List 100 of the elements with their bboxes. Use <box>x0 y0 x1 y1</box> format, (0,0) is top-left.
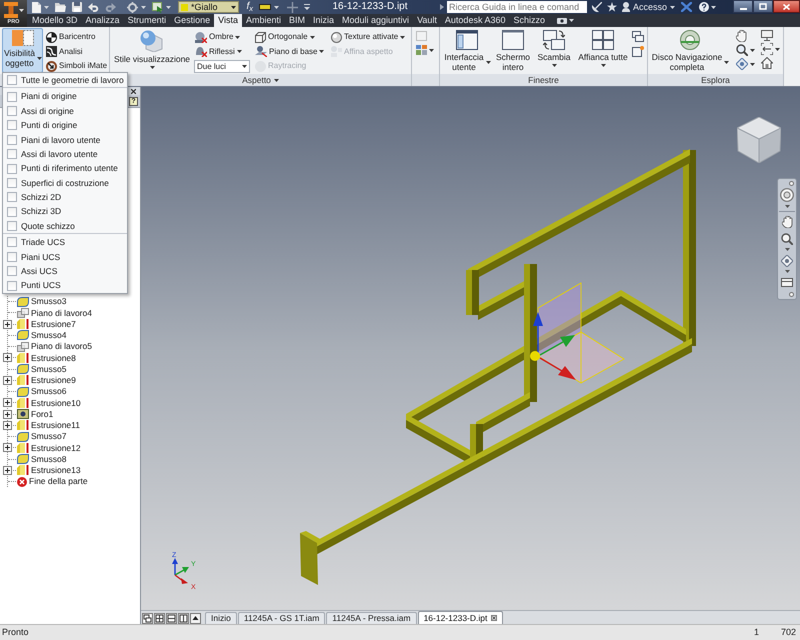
grid-icon[interactable] <box>154 613 165 624</box>
monitor-icon[interactable] <box>761 30 773 41</box>
undo-icon[interactable] <box>88 2 99 12</box>
satellite-dish-icon[interactable] <box>592 2 602 12</box>
vertical-split-icon[interactable] <box>178 613 189 624</box>
cross-icon[interactable] <box>681 2 692 12</box>
tree-item[interactable]: Smusso8 <box>17 454 66 464</box>
user-interface-button[interactable]: Interfaccia utente <box>442 28 492 73</box>
checkbox[interactable] <box>7 149 17 160</box>
cascade-icon[interactable] <box>142 613 153 624</box>
tree-item[interactable]: Smusso3 <box>17 296 66 307</box>
textures-button[interactable]: Texture attivate <box>330 30 408 44</box>
hand-icon[interactable] <box>782 216 792 228</box>
magnifier-icon[interactable] <box>736 44 748 56</box>
new-document-icon[interactable] <box>32 2 41 12</box>
checkbox[interactable] <box>7 178 17 188</box>
new-window-icon[interactable] <box>632 46 644 57</box>
expand-icon[interactable] <box>3 443 12 452</box>
menu-item[interactable]: Punti UCS <box>3 278 127 293</box>
close-button[interactable] <box>773 0 800 13</box>
shadows-button[interactable]: Ombre <box>194 30 252 44</box>
view-cube-icon[interactable] <box>737 117 781 163</box>
ribbon-tab[interactable]: Inizia <box>309 14 338 27</box>
window-icon[interactable] <box>781 278 793 287</box>
tree-item[interactable]: Estrusione11 <box>17 420 80 430</box>
checkbox[interactable] <box>7 106 17 116</box>
checkbox[interactable] <box>7 75 17 86</box>
menu-item[interactable]: Quote schizzo <box>3 218 127 234</box>
open-folder-icon[interactable] <box>55 2 66 12</box>
menu-item[interactable]: Schizzi 2D <box>3 190 127 205</box>
magnifier-icon[interactable] <box>781 233 793 245</box>
checkbox[interactable] <box>7 206 17 217</box>
color-style-dropdown[interactable]: *Giallo <box>178 1 240 13</box>
object-visibility-button[interactable]: Visibilità oggetto <box>2 28 43 73</box>
checkbox[interactable] <box>7 120 17 130</box>
document-tab[interactable]: 11245A - GS 1T.iam <box>238 612 326 624</box>
tree-item[interactable]: Foro1 <box>17 409 54 420</box>
customize-icon[interactable] <box>304 4 310 10</box>
checkbox[interactable] <box>7 252 17 262</box>
star-icon[interactable] <box>607 2 617 12</box>
ribbon-tab[interactable]: Vista <box>214 14 242 27</box>
search-field[interactable]: Ricerca Guida in linea e comand <box>447 1 587 13</box>
menu-item[interactable]: Schizzi 3D <box>3 204 127 219</box>
tiles-icon[interactable] <box>416 45 427 55</box>
ribbon-tab[interactable]: Gestione <box>170 14 214 27</box>
horizontal-split-icon[interactable] <box>166 613 177 624</box>
expand-icon[interactable] <box>3 410 12 418</box>
navigation-wheel-button[interactable]: Disco Navigazione completa <box>650 28 730 73</box>
tree-item[interactable]: Estrusione10 <box>17 398 81 408</box>
tree-item[interactable]: Piano di lavoro5 <box>17 342 92 352</box>
ring-icon[interactable] <box>789 292 794 297</box>
menu-item[interactable]: Assi di lavoro utente <box>3 146 127 162</box>
expand-icon[interactable] <box>3 466 12 475</box>
checkbox[interactable] <box>7 221 17 232</box>
close-icon[interactable] <box>131 88 136 94</box>
maximize-button[interactable] <box>753 0 773 13</box>
tree-item[interactable]: Estrusione12 <box>17 442 81 453</box>
plane-gizmo-drawing[interactable] <box>530 282 625 384</box>
tree-item[interactable]: Smusso5 <box>17 364 66 374</box>
tree-item[interactable]: Piano di lavoro4 <box>17 308 92 318</box>
expand-icon[interactable] <box>3 353 12 362</box>
checkbox[interactable] <box>7 92 17 102</box>
ring-icon[interactable] <box>789 181 794 186</box>
checkbox[interactable] <box>7 164 17 174</box>
menu-item[interactable]: Tutte le geometrie di lavoro <box>3 73 127 88</box>
expand-icon[interactable] <box>3 376 12 385</box>
expand-icon[interactable] <box>3 398 12 408</box>
menu-item[interactable]: Superfici di costruzione <box>3 176 127 190</box>
checkbox[interactable] <box>7 237 17 248</box>
menu-item[interactable]: Assi UCS <box>3 264 127 278</box>
diamond-icon[interactable] <box>736 58 748 70</box>
home-icon[interactable] <box>761 57 773 69</box>
ribbon-tab[interactable]: Autodesk A360 <box>440 14 510 27</box>
tree-item[interactable]: Smusso4 <box>17 330 66 340</box>
full-screen-button[interactable]: Schermo intero <box>494 28 532 73</box>
wheel-icon[interactable] <box>780 188 794 202</box>
ribbon-tab[interactable]: Strumenti <box>124 14 170 27</box>
center-of-gravity-button[interactable]: Baricentro <box>45 30 108 44</box>
tree-item[interactable]: Smusso6 <box>17 386 66 397</box>
ribbon-tab[interactable]: Vault <box>413 14 441 27</box>
ribbon-tab[interactable]: Ambienti <box>242 14 285 27</box>
target-icon[interactable] <box>127 2 138 12</box>
checkbox[interactable] <box>7 280 17 291</box>
rectangle-icon[interactable] <box>259 4 271 10</box>
ribbon-tab[interactable]: Moduli aggiuntivi <box>338 14 414 27</box>
tree-item[interactable]: Estrusione7 <box>17 319 76 330</box>
tree-item[interactable]: Fine della parte <box>17 476 88 487</box>
arrow-frame-icon[interactable] <box>761 43 773 55</box>
save-icon[interactable] <box>72 2 82 12</box>
ribbon-tab[interactable]: Modello 3D <box>28 14 82 27</box>
sign-in-button[interactable]: Accesso <box>622 2 676 12</box>
tile-button[interactable]: Affianca tutte <box>576 28 630 73</box>
tree-item[interactable]: Estrusione8 <box>17 352 76 363</box>
crosshair-icon[interactable] <box>287 2 298 12</box>
expand-icon[interactable] <box>3 320 12 328</box>
cursor-window-icon[interactable] <box>152 2 163 12</box>
reflections-button[interactable]: Riflessi <box>194 44 252 59</box>
camera-icon[interactable] <box>557 17 567 24</box>
menu-item[interactable]: Assi di origine <box>3 104 127 118</box>
ribbon-tab[interactable]: Analizza <box>82 14 124 27</box>
